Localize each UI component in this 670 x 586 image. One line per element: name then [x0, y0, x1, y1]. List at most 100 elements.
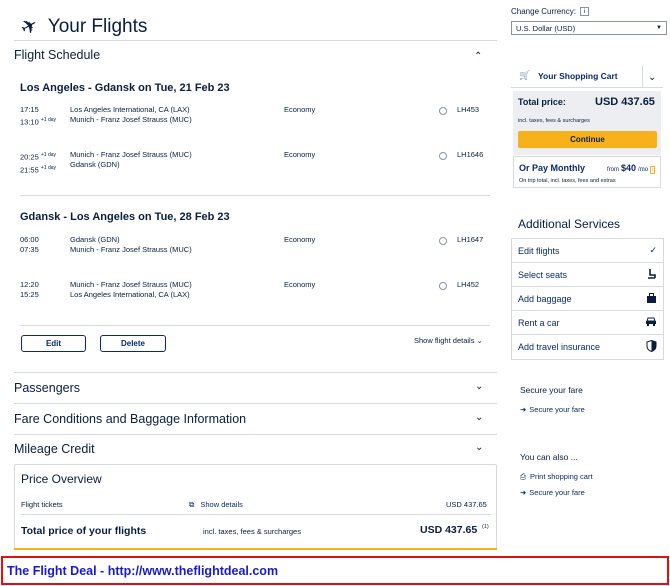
page-title-text: Your Flights	[47, 15, 148, 37]
divider	[20, 325, 490, 326]
service-label: Select seats	[518, 269, 568, 280]
clock-icon	[439, 237, 447, 245]
service-label: Add baggage	[518, 293, 572, 304]
arr-airport: Munich - Franz Josef Strauss (MUC)	[70, 245, 192, 254]
dep-airport: Munich - Franz Josef Strauss (MUC)	[70, 280, 192, 289]
clock-icon	[439, 282, 447, 290]
arr-time: 07:35	[20, 245, 39, 254]
pay-monthly-title: Or Pay Monthly	[519, 163, 586, 173]
change-currency-label: Change Currency: i	[511, 7, 589, 16]
arr-time: 21:55	[20, 165, 39, 174]
flight-number: LH1647	[457, 235, 484, 244]
chevron-down-icon[interactable]: ⌄	[642, 66, 656, 88]
secure-fare-link[interactable]: ➜ Secure your fare	[520, 405, 585, 414]
arr-airport: Gdansk (GDN)	[70, 160, 120, 169]
monthly-amount: $40	[621, 163, 637, 173]
page-title: ✈ Your Flights	[17, 13, 148, 40]
mileage-heading[interactable]: Mileage Credit	[14, 442, 95, 456]
chevron-up-icon[interactable]: ⌃	[474, 51, 482, 62]
dep-airport: Munich - Franz Josef Strauss (MUC)	[70, 150, 192, 159]
service-travel-insurance[interactable]: Add travel insurance	[512, 335, 663, 359]
segment-airports: Munich - Franz Josef Strauss (MUC) Los A…	[70, 280, 192, 300]
info-icon[interactable]: i	[579, 7, 589, 16]
edit-button[interactable]: Edit	[21, 335, 86, 352]
service-label: Add travel insurance	[518, 342, 601, 352]
segment-airports: Munich - Franz Josef Strauss (MUC) Gdans…	[70, 150, 192, 170]
accent-line	[14, 548, 497, 550]
plus-day: +1 day	[40, 164, 57, 171]
chevron-down-icon[interactable]: ⌄	[475, 381, 483, 392]
cart-total-value: USD 437.65	[595, 96, 655, 108]
show-flight-details-label: Show flight details	[414, 336, 475, 345]
print-cart-label: Print shopping cart	[530, 472, 593, 481]
delete-button[interactable]: Delete	[100, 335, 166, 352]
currency-select[interactable]: U.S. Dollar (USD) ▼	[511, 21, 667, 35]
service-rent-car[interactable]: Rent a car	[512, 311, 663, 335]
segment-times: 17:15 13:10 +1 day	[20, 105, 56, 128]
arr-airport: Munich - Franz Josef Strauss (MUC)	[70, 115, 192, 124]
flight-number: LH452	[457, 280, 480, 289]
plus-day: +1 day	[40, 152, 57, 158]
baggage-icon	[646, 292, 657, 305]
service-edit-flights[interactable]: Edit flights ✓	[512, 239, 663, 263]
service-add-baggage[interactable]: Add baggage	[512, 287, 663, 311]
flight-number: LH1646	[457, 150, 484, 159]
service-select-seats[interactable]: Select seats	[512, 263, 663, 287]
clock-icon	[439, 152, 447, 160]
info-icon[interactable]: i	[650, 166, 656, 174]
dep-time: 06:00	[20, 235, 39, 244]
show-details-label: Show details	[200, 500, 243, 509]
printer-icon: ⎙	[520, 472, 526, 481]
arrow-right-icon: ➜	[520, 488, 527, 497]
airplane-icon: ✈	[16, 13, 43, 41]
footnote-marker: (1)	[482, 524, 489, 530]
flight-number: LH453	[457, 105, 480, 114]
cart-icon: 🛒	[519, 70, 531, 80]
passengers-heading[interactable]: Passengers	[14, 381, 80, 395]
pay-monthly-note: On trip total, incl. taxes, fees and ext…	[519, 178, 616, 184]
arr-time: 15:25	[20, 290, 39, 299]
from-text: from	[607, 167, 619, 173]
print-cart-link[interactable]: ⎙ Print shopping cart	[520, 472, 593, 482]
chevron-down-icon[interactable]: ⌄	[475, 442, 483, 453]
divider	[14, 434, 497, 435]
additional-services-title: Additional Services	[518, 217, 621, 231]
cart-total-label: Total price:	[518, 97, 566, 107]
divider	[14, 372, 497, 373]
secure-fare-link-2-label: Secure your fare	[529, 488, 585, 497]
show-flight-details-link[interactable]: Show flight details ⌄	[414, 336, 483, 345]
secure-fare-link-2[interactable]: ➜ Secure your fare	[520, 488, 585, 497]
monthly-unit: /mo	[638, 167, 649, 173]
secure-fare-title: Secure your fare	[520, 385, 583, 395]
shield-icon	[646, 339, 657, 354]
clock-icon	[439, 107, 447, 115]
dep-time: 12:20	[20, 280, 39, 289]
you-can-also-title: You can also ...	[520, 452, 578, 462]
dep-time: 17:15	[20, 105, 39, 114]
arrow-right-icon: ➜	[520, 405, 527, 414]
flight-deal-banner: The Flight Deal - http://www.theflightde…	[1, 556, 669, 585]
show-details-link[interactable]: ⧉ Show details	[189, 500, 243, 510]
chevron-down-icon[interactable]: ⌄	[475, 412, 483, 423]
segment-times: 06:00 07:35	[20, 235, 39, 255]
flight-schedule-heading: Flight Schedule	[14, 48, 101, 62]
cart-title: Your Shopping Cart	[538, 71, 618, 81]
pay-monthly-price: from $40 /mo i	[607, 163, 656, 174]
car-icon	[645, 317, 657, 328]
currency-selected: U.S. Dollar (USD)	[516, 23, 576, 33]
continue-button[interactable]: Continue	[518, 131, 657, 148]
cabin-class: Economy	[284, 280, 316, 289]
price-overview-title: Price Overview	[21, 472, 102, 486]
banner-text: The Flight Deal - http://www.theflightde…	[7, 563, 279, 578]
divider	[14, 403, 497, 404]
segment-times: 20:25 +1 day 21:55 +1 day	[20, 150, 56, 175]
divider	[14, 40, 497, 41]
fare-conditions-heading[interactable]: Fare Conditions and Baggage Information	[14, 412, 246, 426]
secure-fare-link-label: Secure your fare	[529, 405, 585, 414]
service-label: Rent a car	[518, 317, 560, 328]
total-price-label: Total price of your flights	[21, 525, 147, 537]
dep-time: 20:25	[20, 152, 39, 162]
chevron-down-icon: ⌄	[476, 336, 483, 345]
arr-airport: Los Angeles International, CA (LAX)	[70, 290, 190, 299]
seat-icon	[647, 268, 657, 281]
